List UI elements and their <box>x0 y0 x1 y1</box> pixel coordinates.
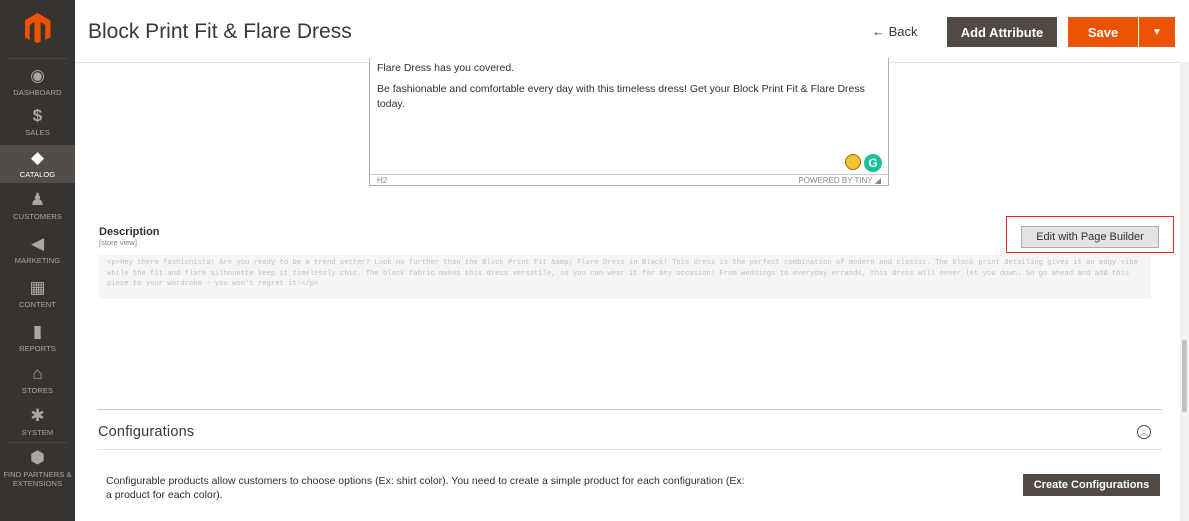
sidebar-divider <box>8 442 67 443</box>
sidebar-item-system[interactable]: ✱ System <box>0 406 75 442</box>
editor-paragraph: Flare Dress has you covered. <box>377 62 515 74</box>
sidebar-item-customers[interactable]: ♟ Customers <box>0 190 75 226</box>
editor-paragraph: Be fashionable and comfortable every day… <box>377 83 865 110</box>
caret-down-icon: ▼ <box>1152 26 1162 38</box>
sidebar-item-catalog[interactable]: ◆ Catalog <box>0 145 75 183</box>
page-title: Block Print Fit & Flare Dress <box>88 20 352 43</box>
description-html-preview: <p>Hey there fashionista! Are you ready … <box>99 255 1151 299</box>
wysiwyg-editor[interactable]: Flare Dress has you covered. Be fashiona… <box>369 58 889 186</box>
gear-icon: ✱ <box>30 406 45 425</box>
sidebar-item-dashboard[interactable]: ◉ Dashboard <box>0 66 75 102</box>
description-label: Description <box>99 226 160 238</box>
sidebar-item-content[interactable]: ▦ Content <box>0 278 75 314</box>
sidebar-item-label: Dashboard <box>13 88 62 97</box>
sidebar-item-marketing[interactable]: ◀ Marketing <box>0 234 75 270</box>
admin-sidebar: ◉ Dashboard $ Sales ◆ Catalog ♟ Customer… <box>0 0 75 521</box>
partners-icon: ⬢ <box>30 448 45 467</box>
emoji-icon[interactable] <box>845 154 861 170</box>
scrollbar-thumb[interactable] <box>1182 340 1187 412</box>
store-icon: ⌂ <box>32 364 43 383</box>
collapse-toggle-icon[interactable]: ︿ <box>1137 425 1151 439</box>
editor-statusbar: H2 POWERED BY TINY ◢ <box>370 174 888 186</box>
sidebar-item-label: Find Partners & Extensions <box>3 470 72 488</box>
section-header-divider <box>97 449 1162 450</box>
configurations-help-text: Configurable products allow customers to… <box>106 475 745 501</box>
powered-by-label: POWERED BY TINY <box>798 176 873 185</box>
sidebar-item-partners[interactable]: ⬢ Find Partners & Extensions <box>0 448 75 490</box>
add-attribute-button[interactable]: Add Attribute <box>947 17 1057 47</box>
sidebar-item-stores[interactable]: ⌂ Stores <box>0 364 75 400</box>
save-dropdown-toggle[interactable]: ▼ <box>1139 17 1175 47</box>
store-view-scope: [store view] <box>99 238 137 247</box>
back-button[interactable]: ← Back <box>872 24 918 39</box>
logo-divider <box>8 58 67 59</box>
sidebar-item-label: Stores <box>21 386 54 395</box>
person-icon: ♟ <box>29 190 46 209</box>
page-header: Block Print Fit & Flare Dress ← Back Add… <box>75 0 1189 62</box>
layout-icon: ▦ <box>29 278 46 297</box>
magento-logo[interactable] <box>0 0 75 56</box>
page-scrollbar[interactable] <box>1180 62 1189 521</box>
save-button[interactable]: Save <box>1068 17 1138 47</box>
sidebar-item-label: Customers <box>13 212 62 221</box>
sidebar-item-label: System <box>21 428 54 437</box>
sidebar-item-label: Sales <box>25 128 50 137</box>
sidebar-item-reports[interactable]: ▮ Reports <box>0 322 75 358</box>
sidebar-item-label: Content <box>19 300 56 309</box>
dashboard-icon: ◉ <box>30 66 45 85</box>
sidebar-item-label: Marketing <box>14 256 61 265</box>
configurations-section-title[interactable]: Configurations <box>98 424 194 440</box>
cube-icon: ◆ <box>30 148 45 167</box>
magento-logo-icon <box>24 13 51 43</box>
powered-by-tiny: POWERED BY TINY ◢ <box>798 176 881 186</box>
grammarly-icon[interactable]: G <box>864 154 882 172</box>
sidebar-item-sales[interactable]: $ Sales <box>0 106 75 142</box>
editor-extension-icons: G <box>845 154 882 172</box>
element-path[interactable]: H2 <box>377 176 387 186</box>
bar-chart-icon: ▮ <box>32 322 43 341</box>
megaphone-icon: ◀ <box>30 234 45 253</box>
sidebar-item-label: Reports <box>19 344 56 353</box>
dollar-icon: $ <box>32 106 43 125</box>
resize-handle-icon[interactable]: ◢ <box>875 176 881 185</box>
sidebar-item-label: Catalog <box>19 170 56 179</box>
highlight-box <box>1006 216 1174 253</box>
section-divider <box>97 409 1162 410</box>
create-configurations-button[interactable]: Create Configurations <box>1023 474 1160 496</box>
